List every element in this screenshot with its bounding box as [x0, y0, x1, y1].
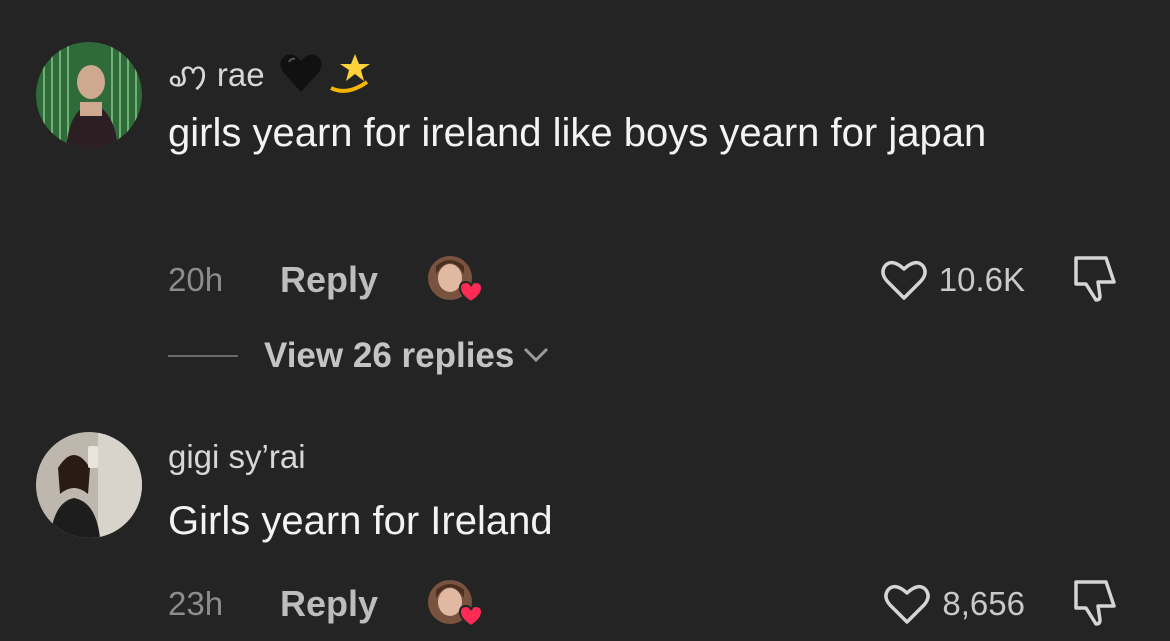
dizzy-star-icon [325, 48, 375, 98]
username[interactable]: ꩇ rae [168, 48, 375, 98]
username-text: gigi sy’rai [168, 438, 306, 475]
username[interactable]: gigi sy’rai [168, 438, 306, 476]
creator-liked-badge [426, 254, 486, 306]
dislike-button[interactable] [1070, 576, 1122, 633]
like-button[interactable]: 8,656 [882, 582, 1025, 626]
username-text: ꩇ rae [168, 55, 265, 93]
creator-avatar-icon [428, 256, 484, 304]
heart-outline-icon [884, 584, 931, 624]
avatar[interactable] [36, 432, 142, 538]
thumbs-down-icon [1074, 579, 1116, 626]
comment-time: 20h [168, 261, 224, 298]
view-replies-button[interactable]: View 26 replies [168, 330, 550, 382]
reply-button[interactable]: Reply [280, 583, 378, 625]
creator-liked-badge [426, 578, 486, 630]
view-replies-label: View 26 replies [264, 336, 515, 375]
like-count: 10.6K [938, 261, 1025, 298]
divider-line [168, 355, 238, 357]
comment-text: girls yearn for ireland like boys yearn … [168, 111, 987, 155]
dislike-button[interactable] [1070, 252, 1122, 309]
like-button[interactable]: 10.6K [879, 258, 1025, 302]
black-heart-icon [279, 52, 323, 94]
like-count: 8,656 [942, 585, 1025, 622]
chevron-down-icon [522, 344, 550, 369]
comment-time: 23h [168, 585, 224, 622]
heart-outline-icon [880, 260, 927, 300]
comment-meta: 20h Reply 10.6K [168, 250, 1170, 310]
comment-meta: 23h Reply 8,656 [168, 574, 1170, 634]
comment-text: Girls yearn for Ireland [168, 499, 553, 543]
creator-avatar-icon [428, 580, 484, 628]
reply-button[interactable]: Reply [280, 259, 378, 301]
avatar[interactable] [36, 42, 142, 148]
thumbs-down-icon [1074, 255, 1116, 302]
